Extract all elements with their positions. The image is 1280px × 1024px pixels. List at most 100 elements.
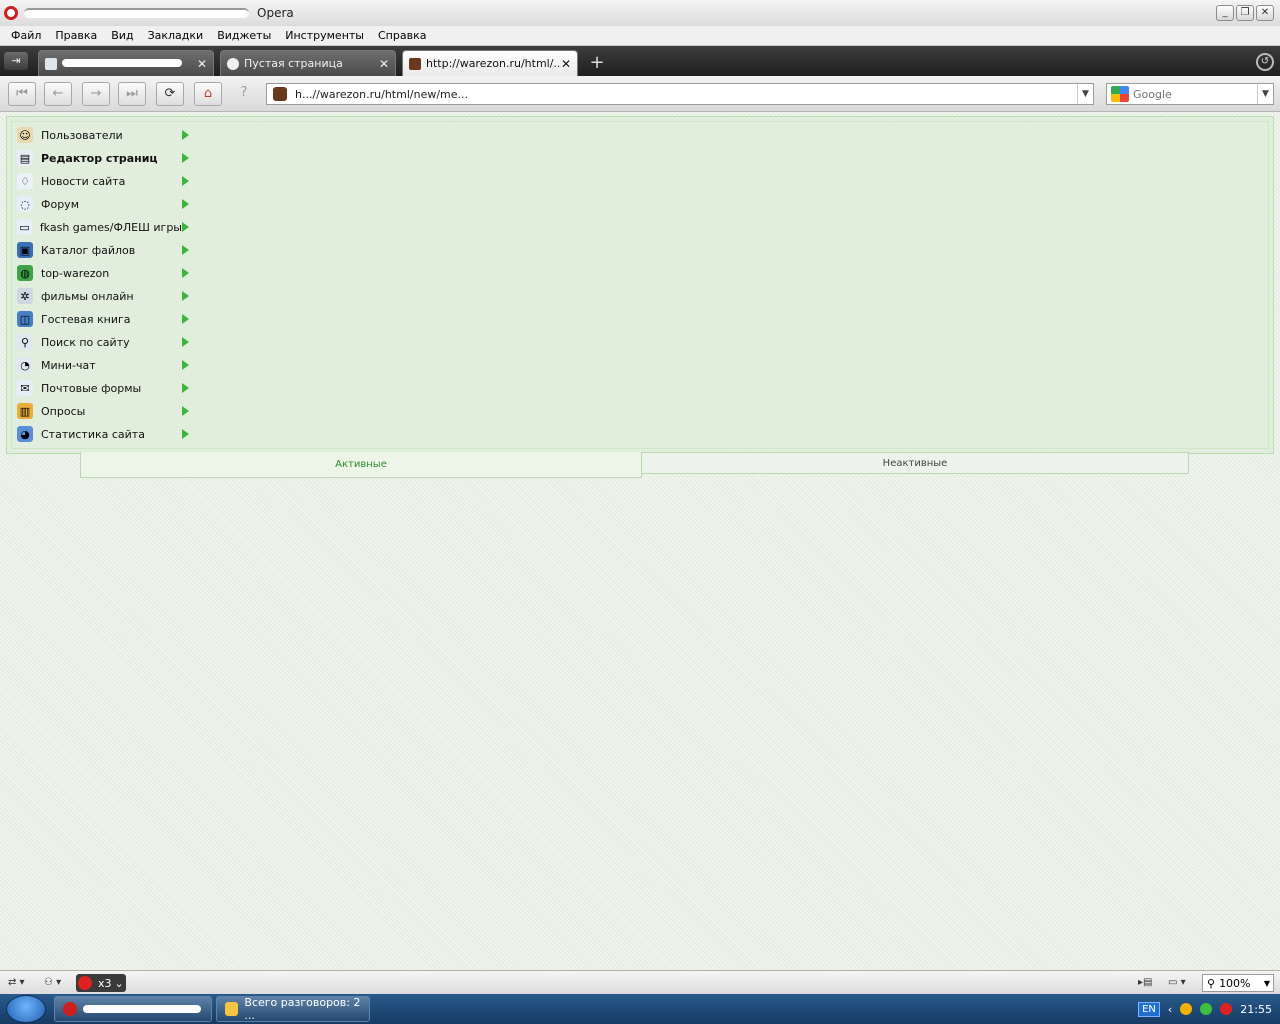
tab-bar: ⇥ ✕ Пустая страница ✕ http://warezon.ru/…: [0, 46, 1280, 76]
book-icon: ◫: [17, 311, 33, 327]
arrow-right-icon[interactable]: [182, 383, 189, 393]
menu-item[interactable]: ◔ Мини-чат: [17, 355, 189, 375]
site-favicon-icon: [409, 57, 421, 70]
arrow-right-icon[interactable]: [182, 314, 189, 324]
new-tab-button[interactable]: +: [588, 54, 606, 72]
tab-1[interactable]: ✕: [38, 50, 214, 76]
minimize-button[interactable]: _: [1216, 5, 1234, 21]
floppy-disk-icon: ▣: [17, 242, 33, 258]
menu-view[interactable]: Вид: [104, 29, 140, 42]
zoom-level: 100%: [1219, 976, 1251, 990]
arrow-right-icon[interactable]: [182, 429, 189, 439]
menu-item[interactable]: ▥ Опросы: [17, 401, 189, 421]
menu-item-label: Опросы: [41, 404, 86, 418]
menu-item[interactable]: ◌ Форум: [17, 194, 189, 214]
tab-3-active[interactable]: http://warezon.ru/html/... ✕: [402, 50, 578, 76]
view-icon[interactable]: ▭ ▾: [1168, 975, 1186, 991]
tab-label: [62, 57, 195, 70]
tab-close-icon[interactable]: ✕: [195, 57, 209, 71]
back-button[interactable]: ←: [44, 82, 72, 106]
rewind-button[interactable]: ⏮: [8, 82, 36, 106]
maximize-button[interactable]: ❐: [1236, 5, 1254, 21]
close-button[interactable]: ✕: [1256, 5, 1274, 21]
arrow-right-icon[interactable]: [182, 337, 189, 347]
zoom-control[interactable]: ⚲ 100% ▼: [1202, 974, 1274, 992]
arrow-right-icon[interactable]: [182, 360, 189, 370]
menu-item[interactable]: ✲ фильмы онлайн: [17, 286, 189, 306]
gear-icon: ✲: [17, 288, 33, 304]
taskbar-opera[interactable]: [54, 996, 212, 1022]
tray-arrow-icon[interactable]: ‹: [1168, 1003, 1172, 1016]
arrow-right-icon[interactable]: [182, 199, 189, 209]
search-box[interactable]: ▼: [1106, 83, 1274, 105]
tab-label: Пустая страница: [244, 57, 343, 70]
folder-icon: [225, 1002, 239, 1016]
redacted-title: [62, 59, 182, 67]
fast-forward-button[interactable]: ⏭: [118, 82, 146, 106]
tab-close-icon[interactable]: ✕: [377, 57, 391, 71]
menu-widgets[interactable]: Виджеты: [210, 29, 278, 42]
menu-item[interactable]: ◕ Статистика сайта: [17, 424, 189, 444]
menu-item[interactable]: ✉ Почтовые формы: [17, 378, 189, 398]
menu-item-label: Каталог файлов: [41, 243, 136, 257]
search-dropdown-icon[interactable]: ▼: [1257, 84, 1273, 104]
tab-inactive[interactable]: Неактивные: [641, 452, 1189, 474]
arrow-right-icon[interactable]: [182, 245, 189, 255]
menu-item[interactable]: ▣ Каталог файлов: [17, 240, 189, 260]
menu-item-label: fkash games/ФЛЕШ игры: [39, 220, 182, 234]
start-button[interactable]: [6, 995, 46, 1023]
opera-unite-button[interactable]: x3 ⌄: [76, 974, 126, 992]
menu-tools[interactable]: Инструменты: [278, 29, 371, 42]
arrow-right-icon[interactable]: [182, 268, 189, 278]
tab-2[interactable]: Пустая страница ✕: [220, 50, 396, 76]
bar-chart-icon: ▥: [17, 403, 33, 419]
opera-tray-icon[interactable]: [1220, 1003, 1233, 1015]
menu-help[interactable]: Справка: [371, 29, 433, 42]
page-tools-icon[interactable]: ▸▤: [1138, 975, 1152, 991]
arrow-right-icon[interactable]: [182, 153, 189, 163]
tab-label: http://warezon.ru/html/...: [426, 57, 559, 70]
document-icon: ▭: [17, 219, 32, 235]
icq-icon[interactable]: [1200, 1003, 1213, 1015]
reload-button[interactable]: ⟳: [156, 82, 184, 106]
menu-edit[interactable]: Правка: [48, 29, 104, 42]
arrow-right-icon[interactable]: [182, 222, 189, 232]
forward-button[interactable]: →: [82, 82, 110, 106]
menu-item[interactable]: ▭ fkash games/ФЛЕШ игры: [17, 217, 189, 237]
sync-icon[interactable]: ⇄ ▾: [8, 975, 25, 991]
title-bar: Opera _ ❐ ✕: [0, 0, 1280, 26]
messenger-icon[interactable]: [1180, 1003, 1193, 1015]
menu-item[interactable]: ♢ Новости сайта: [17, 171, 189, 191]
menu-item[interactable]: ⚲ Поиск по сайту: [17, 332, 189, 352]
google-icon[interactable]: [1111, 86, 1129, 102]
tab-close-icon[interactable]: ✕: [559, 57, 573, 71]
address-text[interactable]: h...//warezon.ru/html/new/me...: [295, 88, 1077, 101]
tab-active[interactable]: Активные: [80, 452, 642, 478]
search-input[interactable]: [1133, 87, 1257, 101]
address-bar[interactable]: h...//warezon.ru/html/new/me... ▼: [266, 83, 1094, 105]
arrow-right-icon[interactable]: [182, 176, 189, 186]
site-favicon-icon: [273, 87, 287, 101]
panel-toggle-button[interactable]: ⇥: [4, 52, 28, 70]
unite-label: x3: [98, 976, 112, 990]
menu-item[interactable]: ◫ Гостевая книга: [17, 309, 189, 329]
menu-item[interactable]: ◍ top-warezon: [17, 263, 189, 283]
menu-bookmarks[interactable]: Закладки: [141, 29, 211, 42]
taskbar: Всего разговоров: 2 ... EN ‹ 21:55: [0, 994, 1280, 1024]
wand-button[interactable]: ?: [230, 82, 258, 106]
arrow-right-icon[interactable]: [182, 406, 189, 416]
address-dropdown-icon[interactable]: ▼: [1077, 84, 1093, 104]
clock-icon: [227, 57, 239, 70]
arrow-right-icon[interactable]: [182, 291, 189, 301]
zoom-dropdown-icon[interactable]: ▼: [1261, 979, 1273, 988]
language-indicator[interactable]: EN: [1138, 1001, 1160, 1017]
opera-logo-icon[interactable]: [4, 6, 18, 20]
closed-tabs-icon[interactable]: ↺: [1256, 53, 1274, 71]
menu-item[interactable]: ▤ Редактор страниц: [17, 148, 189, 168]
menu-file[interactable]: Файл: [4, 29, 48, 42]
menu-item[interactable]: ☺ Пользователи: [17, 125, 189, 145]
home-button[interactable]: ⌂: [194, 82, 222, 106]
taskbar-folder[interactable]: Всего разговоров: 2 ...: [216, 996, 370, 1022]
network-icon[interactable]: ⚇ ▾: [44, 975, 61, 991]
arrow-right-icon[interactable]: [182, 130, 189, 140]
